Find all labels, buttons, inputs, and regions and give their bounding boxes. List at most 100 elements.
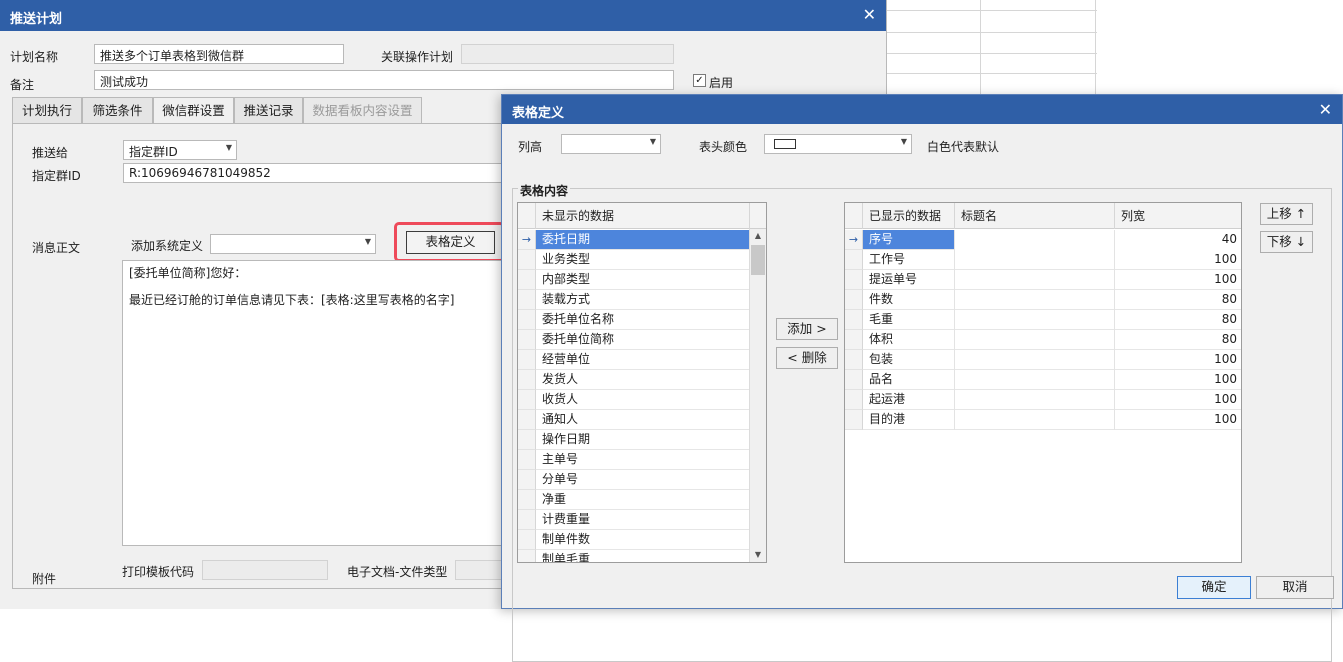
row-header[interactable] xyxy=(518,250,536,270)
shown-data-cell[interactable]: 件数 xyxy=(863,290,955,310)
list-item[interactable]: 内部类型 xyxy=(536,270,750,290)
row-header[interactable] xyxy=(845,410,863,430)
tab-push-records[interactable]: 推送记录 xyxy=(234,97,303,124)
row-header[interactable] xyxy=(845,390,863,410)
row-header[interactable] xyxy=(518,370,536,390)
list-item[interactable]: 计费重量 xyxy=(536,510,750,530)
title-cell[interactable] xyxy=(955,250,1115,270)
list-item[interactable]: 经营单位 xyxy=(536,350,750,370)
shown-data-cell[interactable]: 体积 xyxy=(863,330,955,350)
row-header[interactable] xyxy=(518,510,536,530)
close-icon[interactable]: ✕ xyxy=(1319,101,1332,119)
width-cell[interactable]: 100 xyxy=(1115,270,1241,290)
dialog-titlebar[interactable]: 表格定义 ✕ xyxy=(502,95,1342,124)
title-cell[interactable] xyxy=(955,330,1115,350)
close-icon[interactable]: ✕ xyxy=(863,6,876,24)
row-header[interactable] xyxy=(518,530,536,550)
row-header[interactable] xyxy=(518,330,536,350)
row-header[interactable] xyxy=(518,410,536,430)
shown-data-cell[interactable]: 序号 xyxy=(863,230,955,250)
table-row[interactable]: 工作号 100 xyxy=(863,250,1241,270)
list-item[interactable]: 主单号 xyxy=(536,450,750,470)
shown-data-cell[interactable]: 提运单号 xyxy=(863,270,955,290)
row-header[interactable]: → xyxy=(518,230,536,250)
width-cell[interactable]: 100 xyxy=(1115,370,1241,390)
width-cell[interactable]: 100 xyxy=(1115,350,1241,370)
scroll-up-icon[interactable]: ▲ xyxy=(750,229,766,243)
hidden-data-grid[interactable]: 未显示的数据 → 委托日期 业务类型 内部类型 装载方式 委托单位名称 委托单位简称 经营单位… xyxy=(517,202,767,563)
table-row[interactable]: 体积 80 xyxy=(863,330,1241,350)
list-item[interactable]: 业务类型 xyxy=(536,250,750,270)
table-row[interactable]: 起运港 100 xyxy=(863,390,1241,410)
row-header[interactable] xyxy=(845,330,863,350)
group-id-input[interactable]: R:10696946781049852 xyxy=(123,163,503,183)
vertical-scrollbar[interactable]: ▲ ▼ xyxy=(749,229,766,562)
width-cell[interactable]: 40 xyxy=(1115,230,1241,250)
row-header[interactable] xyxy=(518,390,536,410)
enabled-checkbox[interactable]: ✓ xyxy=(693,74,706,87)
row-header[interactable] xyxy=(518,490,536,510)
shown-data-cell[interactable]: 目的港 xyxy=(863,410,955,430)
linked-plan-input[interactable] xyxy=(461,44,674,64)
remove-button[interactable]: < 删除 xyxy=(776,347,838,369)
move-down-button[interactable]: 下移 ↓ xyxy=(1260,231,1313,253)
row-header[interactable] xyxy=(845,270,863,290)
shown-data-cell[interactable]: 毛重 xyxy=(863,310,955,330)
list-item[interactable]: 发货人 xyxy=(536,370,750,390)
shown-data-cell[interactable]: 工作号 xyxy=(863,250,955,270)
header-color-select[interactable]: ▼ xyxy=(764,134,912,154)
list-item[interactable]: 委托日期 xyxy=(536,230,750,250)
list-item[interactable]: 委托单位简称 xyxy=(536,330,750,350)
row-header[interactable] xyxy=(518,450,536,470)
row-header[interactable]: → xyxy=(845,230,863,250)
shown-data-cell[interactable]: 品名 xyxy=(863,370,955,390)
list-item[interactable]: 装载方式 xyxy=(536,290,750,310)
row-header[interactable] xyxy=(845,250,863,270)
width-cell[interactable]: 80 xyxy=(1115,290,1241,310)
row-header[interactable] xyxy=(845,370,863,390)
row-header[interactable] xyxy=(518,310,536,330)
row-height-select[interactable]: ▼ xyxy=(561,134,661,154)
row-header[interactable] xyxy=(518,270,536,290)
scroll-thumb[interactable] xyxy=(751,245,765,275)
width-cell[interactable]: 100 xyxy=(1115,250,1241,270)
move-up-button[interactable]: 上移 ↑ xyxy=(1260,203,1313,225)
title-cell[interactable] xyxy=(955,310,1115,330)
row-header[interactable] xyxy=(518,290,536,310)
title-cell[interactable] xyxy=(955,350,1115,370)
list-item[interactable]: 分单号 xyxy=(536,470,750,490)
table-row[interactable]: 序号 40 xyxy=(863,230,1241,250)
title-cell[interactable] xyxy=(955,370,1115,390)
width-cell[interactable]: 80 xyxy=(1115,330,1241,350)
push-to-select[interactable]: 指定群ID ▼ xyxy=(123,140,237,160)
add-system-def-select[interactable]: ▼ xyxy=(210,234,376,254)
push-plan-titlebar[interactable]: 推送计划 ✕ xyxy=(0,0,886,31)
plan-name-input[interactable]: 推送多个订单表格到微信群 xyxy=(94,44,344,64)
width-cell[interactable]: 100 xyxy=(1115,390,1241,410)
list-item[interactable]: 制单件数 xyxy=(536,530,750,550)
shown-data-grid[interactable]: 已显示的数据 标题名 列宽 → 序号 40 工作号 100 提运单号 100 件数 80 毛重 80… xyxy=(844,202,1242,563)
row-header[interactable] xyxy=(845,290,863,310)
ok-button[interactable]: 确定 xyxy=(1177,576,1251,599)
table-row[interactable]: 毛重 80 xyxy=(863,310,1241,330)
title-cell[interactable] xyxy=(955,290,1115,310)
remark-input[interactable]: 测试成功 xyxy=(94,70,674,90)
list-item[interactable]: 操作日期 xyxy=(536,430,750,450)
table-row[interactable]: 品名 100 xyxy=(863,370,1241,390)
width-cell[interactable]: 80 xyxy=(1115,310,1241,330)
table-row[interactable]: 件数 80 xyxy=(863,290,1241,310)
title-cell[interactable] xyxy=(955,230,1115,250)
shown-data-cell[interactable]: 起运港 xyxy=(863,390,955,410)
title-cell[interactable] xyxy=(955,410,1115,430)
list-item[interactable]: 收货人 xyxy=(536,390,750,410)
message-body-textarea[interactable]: [委托单位简称]您好： 最近已经订舱的订单信息请见下表：[表格:这里写表格的名字… xyxy=(122,260,502,546)
title-cell[interactable] xyxy=(955,270,1115,290)
row-header[interactable] xyxy=(518,430,536,450)
row-header[interactable] xyxy=(845,350,863,370)
tab-plan-execution[interactable]: 计划执行 xyxy=(12,97,82,124)
list-item[interactable]: 通知人 xyxy=(536,410,750,430)
table-row[interactable]: 提运单号 100 xyxy=(863,270,1241,290)
cancel-button[interactable]: 取消 xyxy=(1256,576,1334,599)
list-item[interactable]: 制单毛重 xyxy=(536,550,750,562)
title-cell[interactable] xyxy=(955,390,1115,410)
